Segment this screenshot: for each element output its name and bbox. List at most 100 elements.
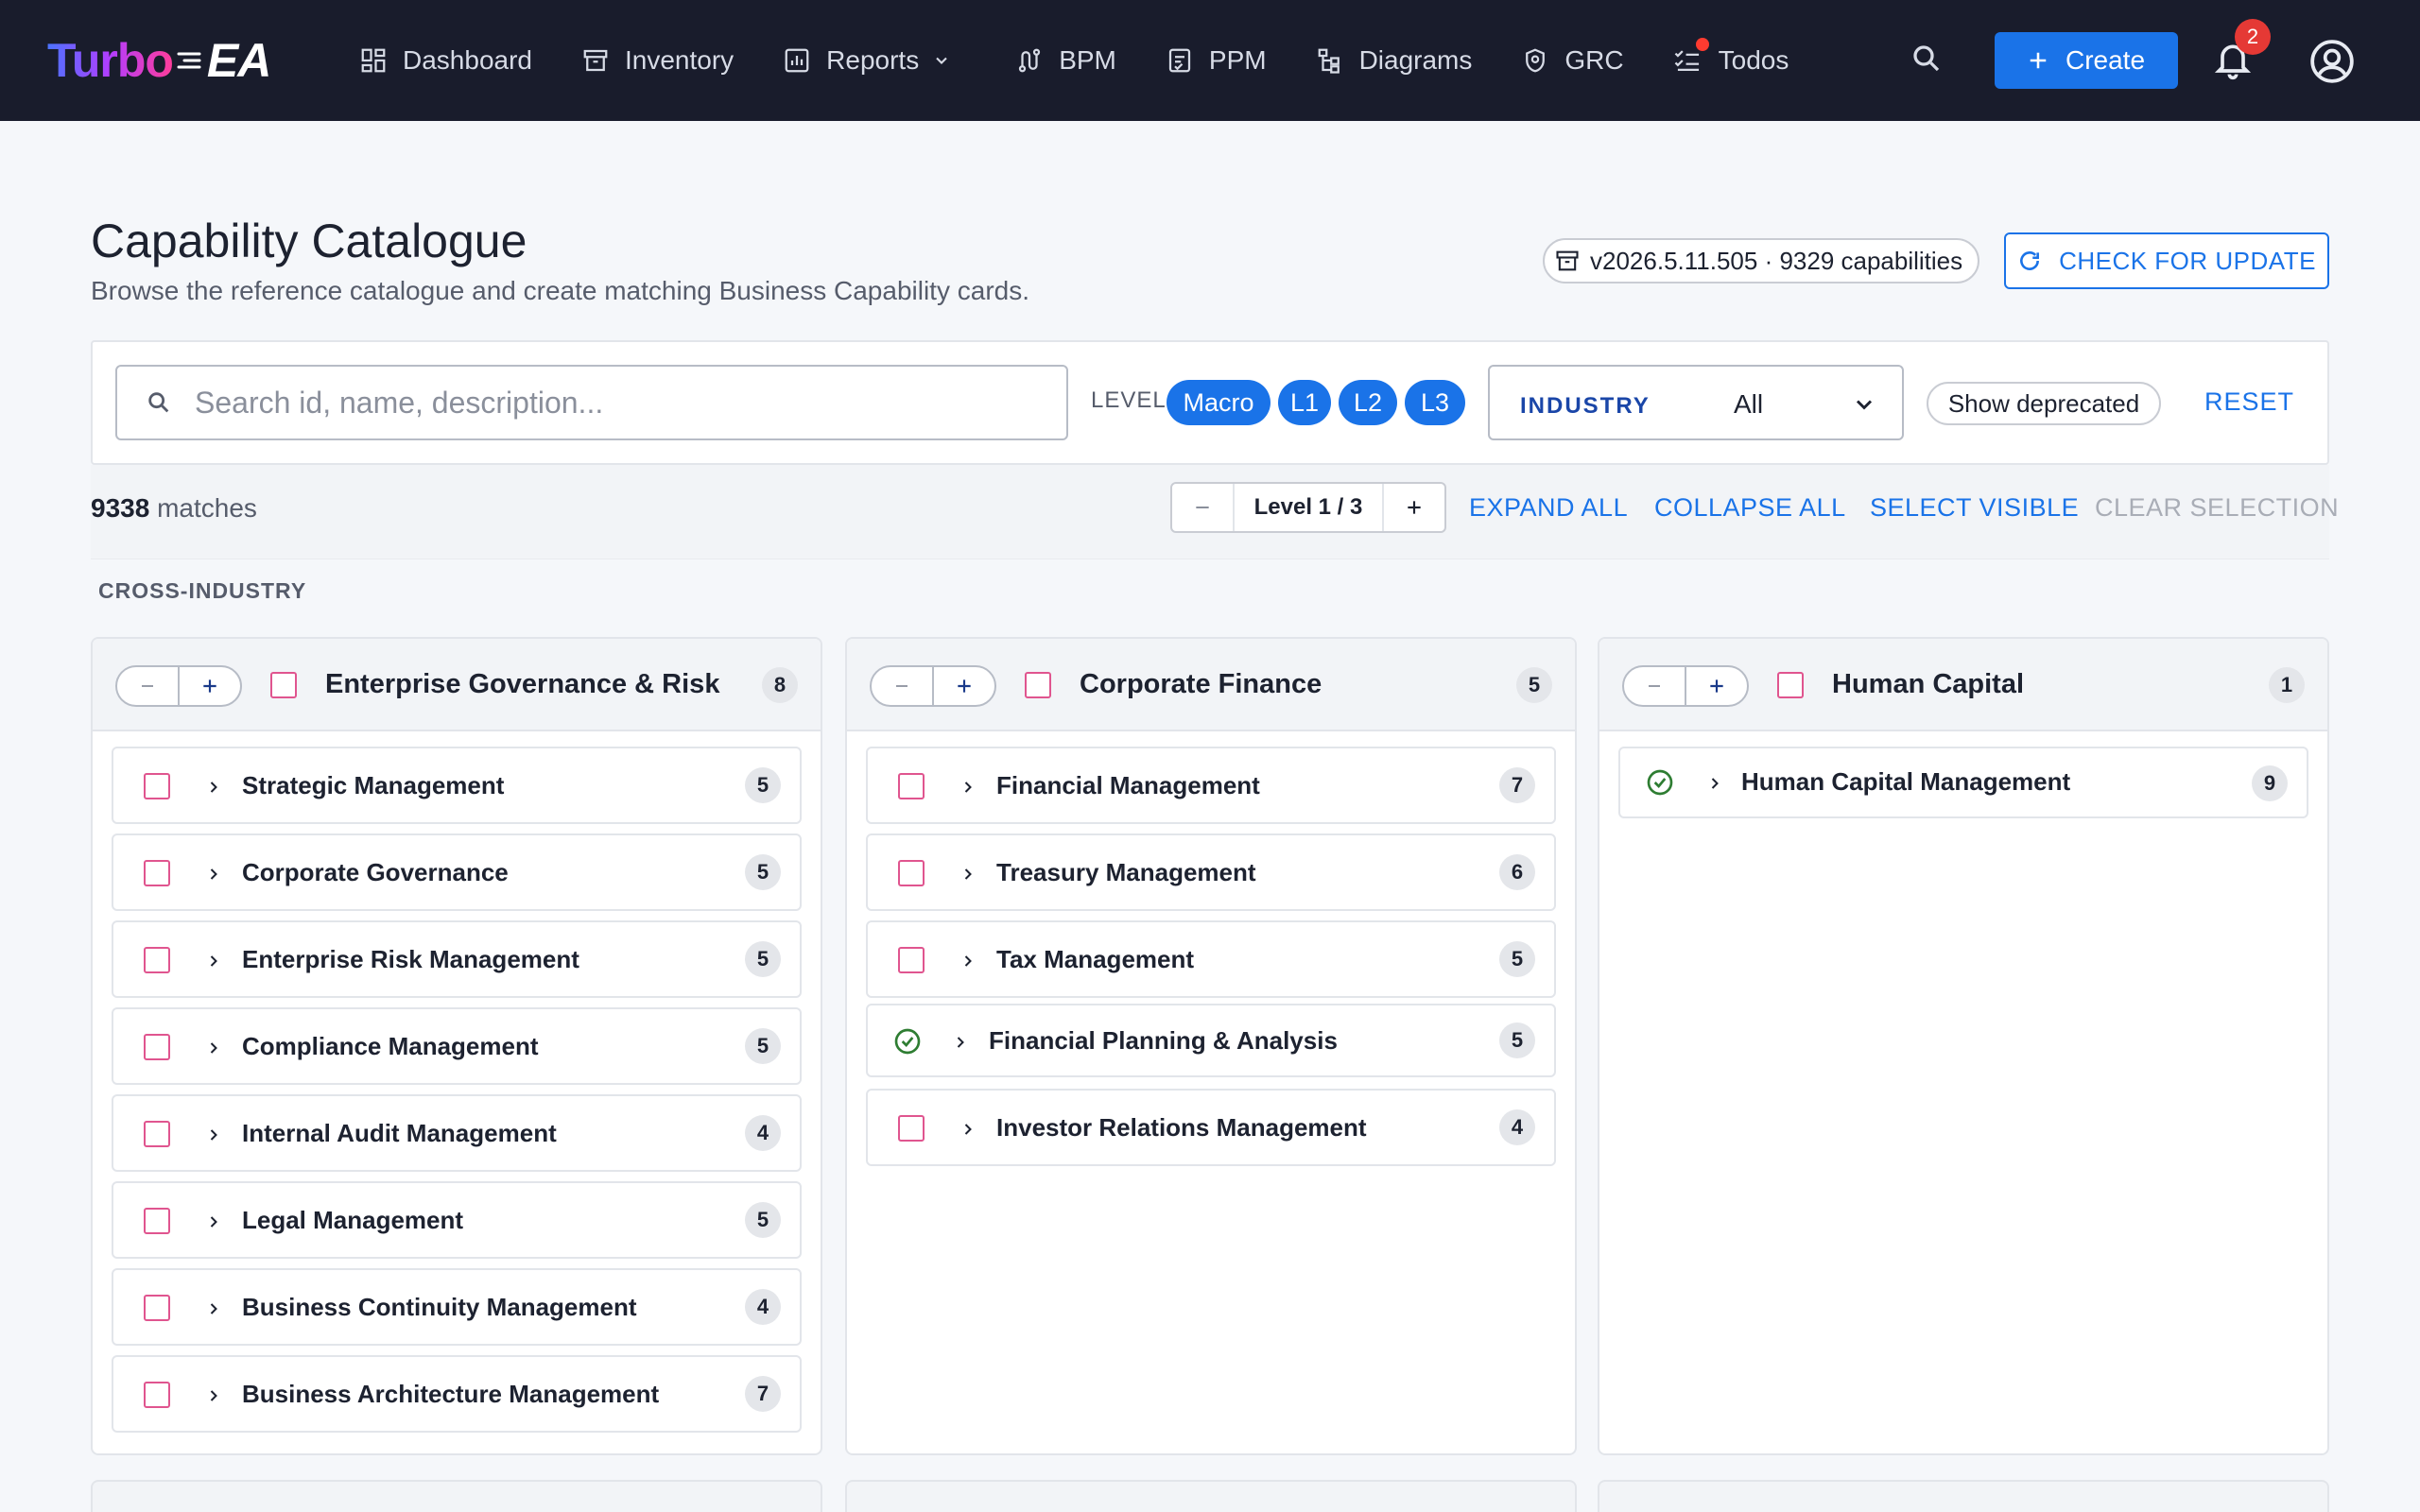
chevron-right-icon[interactable] [204,1385,223,1406]
row-select-checkbox[interactable] [144,1295,170,1321]
capability-row-existing[interactable]: Financial Planning & Analysis 5 [866,1004,1556,1077]
level-chip-l1[interactable]: L1 [1278,380,1331,425]
check-circle-icon [1645,767,1675,798]
logo-primary-text: Turbo [47,34,174,87]
card-title: Enterprise Governance & Risk [325,669,720,699]
collapse-all-button[interactable]: COLLAPSE ALL [1654,493,1846,523]
chevron-right-icon[interactable] [959,777,977,798]
nav-item-ppm[interactable]: PPM [1166,0,1267,121]
select-visible-button[interactable]: SELECT VISIBLE [1870,493,2079,523]
chevron-right-icon[interactable] [204,1038,223,1058]
chevron-right-icon[interactable] [951,1032,970,1053]
capability-card-human-capital: Human Capital 1 Human Capital Management… [1598,637,2329,1455]
card-collapse-button[interactable] [1624,667,1685,705]
level-chip-l3[interactable]: L3 [1405,380,1465,425]
capability-row[interactable]: Internal Audit Management 4 [112,1094,802,1172]
account-circle-icon [2310,40,2354,83]
card-select-checkbox[interactable] [1777,672,1804,698]
capability-label: Investor Relations Management [996,1113,1367,1142]
nav-item-reports[interactable]: Reports [783,0,966,121]
industry-select-label: INDUSTRY [1520,393,1651,419]
level-increase-button[interactable] [1384,484,1444,531]
catalogue-search-input[interactable] [195,385,1027,421]
row-select-checkbox[interactable] [898,773,925,799]
nav-item-inventory[interactable]: Inventory [581,0,734,121]
turboea-logo[interactable]: Turbo EA [47,34,271,87]
level-decrease-button[interactable] [1172,484,1233,531]
card-header: Enterprise Governance & Risk 8 [93,639,821,731]
diagram-icon [1316,46,1359,75]
chevron-right-icon[interactable] [204,777,223,798]
row-select-checkbox[interactable] [144,860,170,886]
refresh-icon [2017,249,2059,273]
card-expand-button[interactable] [1685,667,1747,705]
level-chip-l2[interactable]: L2 [1339,380,1397,425]
nav-item-todos[interactable]: Todos [1673,0,1789,121]
row-select-checkbox[interactable] [144,1034,170,1060]
capability-row[interactable]: Enterprise Risk Management 5 [112,920,802,998]
todos-notification-dot [1695,38,1709,51]
card-collapse-button[interactable] [872,667,932,705]
chevron-right-icon[interactable] [204,1298,223,1319]
capability-count-badge: 4 [745,1289,781,1325]
level-chip-macro[interactable]: Macro [1167,380,1270,425]
account-button[interactable] [2308,38,2356,85]
row-select-checkbox[interactable] [898,1115,925,1142]
row-select-checkbox[interactable] [144,1208,170,1234]
archive-icon [581,46,625,75]
card-expand-button[interactable] [178,667,240,705]
capability-card-corporate-finance: Corporate Finance 5 Financial Management… [845,637,1577,1455]
chevron-right-icon[interactable] [959,951,977,971]
chevron-right-icon[interactable] [204,1211,223,1232]
check-for-update-button[interactable]: CHECK FOR UPDATE [2004,232,2329,289]
chevron-right-icon[interactable] [959,1119,977,1140]
capability-label: Treasury Management [996,858,1256,886]
capability-row[interactable]: Financial Management 7 [866,747,1556,824]
capability-row[interactable]: Tax Management 5 [866,920,1556,998]
nav-item-bpm[interactable]: BPM [1015,0,1116,121]
capability-count-badge: 7 [745,1376,781,1412]
industry-select[interactable]: INDUSTRY All [1488,365,1904,440]
chevron-right-icon[interactable] [1705,773,1724,794]
row-select-checkbox[interactable] [144,947,170,973]
capability-row-existing[interactable]: Human Capital Management 9 [1618,747,2308,818]
nav-item-dashboard[interactable]: Dashboard [359,0,532,121]
row-select-checkbox[interactable] [144,1382,170,1408]
nav-item-grc[interactable]: GRC [1521,0,1624,121]
flow-icon [1015,46,1059,75]
chevron-right-icon[interactable] [204,864,223,885]
logo-secondary-text: EA [206,34,271,87]
row-select-checkbox[interactable] [144,1121,170,1147]
page-title: Capability Catalogue [91,215,527,267]
nav-label: Diagrams [1358,45,1473,75]
catalogue-version-chip: v2026.5.11.505 · 9329 capabilities [1543,238,1980,284]
capability-row[interactable]: Business Architecture Management 7 [112,1355,802,1433]
matches-count: 9338 matches [91,493,257,524]
capability-row[interactable]: Legal Management 5 [112,1181,802,1259]
card-collapse-button[interactable] [117,667,178,705]
row-select-checkbox[interactable] [898,947,925,973]
expand-all-button[interactable]: EXPAND ALL [1469,493,1628,523]
capability-row[interactable]: Strategic Management 5 [112,747,802,824]
plus-icon [958,679,971,693]
capability-row[interactable]: Treasury Management 6 [866,833,1556,911]
capability-row[interactable]: Investor Relations Management 4 [866,1089,1556,1166]
capability-label: Compliance Management [242,1032,539,1060]
card-expand-button[interactable] [932,667,994,705]
chevron-right-icon[interactable] [204,1125,223,1145]
capability-row[interactable]: Business Continuity Management 4 [112,1268,802,1346]
create-button[interactable]: Create [1995,32,2178,89]
chevron-right-icon[interactable] [204,951,223,971]
card-select-checkbox[interactable] [270,672,297,698]
row-select-checkbox[interactable] [898,860,925,886]
chevron-right-icon[interactable] [959,864,977,885]
reset-filters-button[interactable]: RESET [2204,387,2294,417]
show-deprecated-toggle[interactable]: Show deprecated [1927,382,2161,425]
capability-row[interactable]: Compliance Management 5 [112,1007,802,1085]
card-select-checkbox[interactable] [1025,672,1051,698]
capability-row[interactable]: Corporate Governance 5 [112,833,802,911]
nav-item-diagrams[interactable]: Diagrams [1316,0,1473,121]
global-search-button[interactable] [1910,42,1947,79]
row-select-checkbox[interactable] [144,773,170,799]
catalogue-search-field[interactable] [115,365,1068,440]
